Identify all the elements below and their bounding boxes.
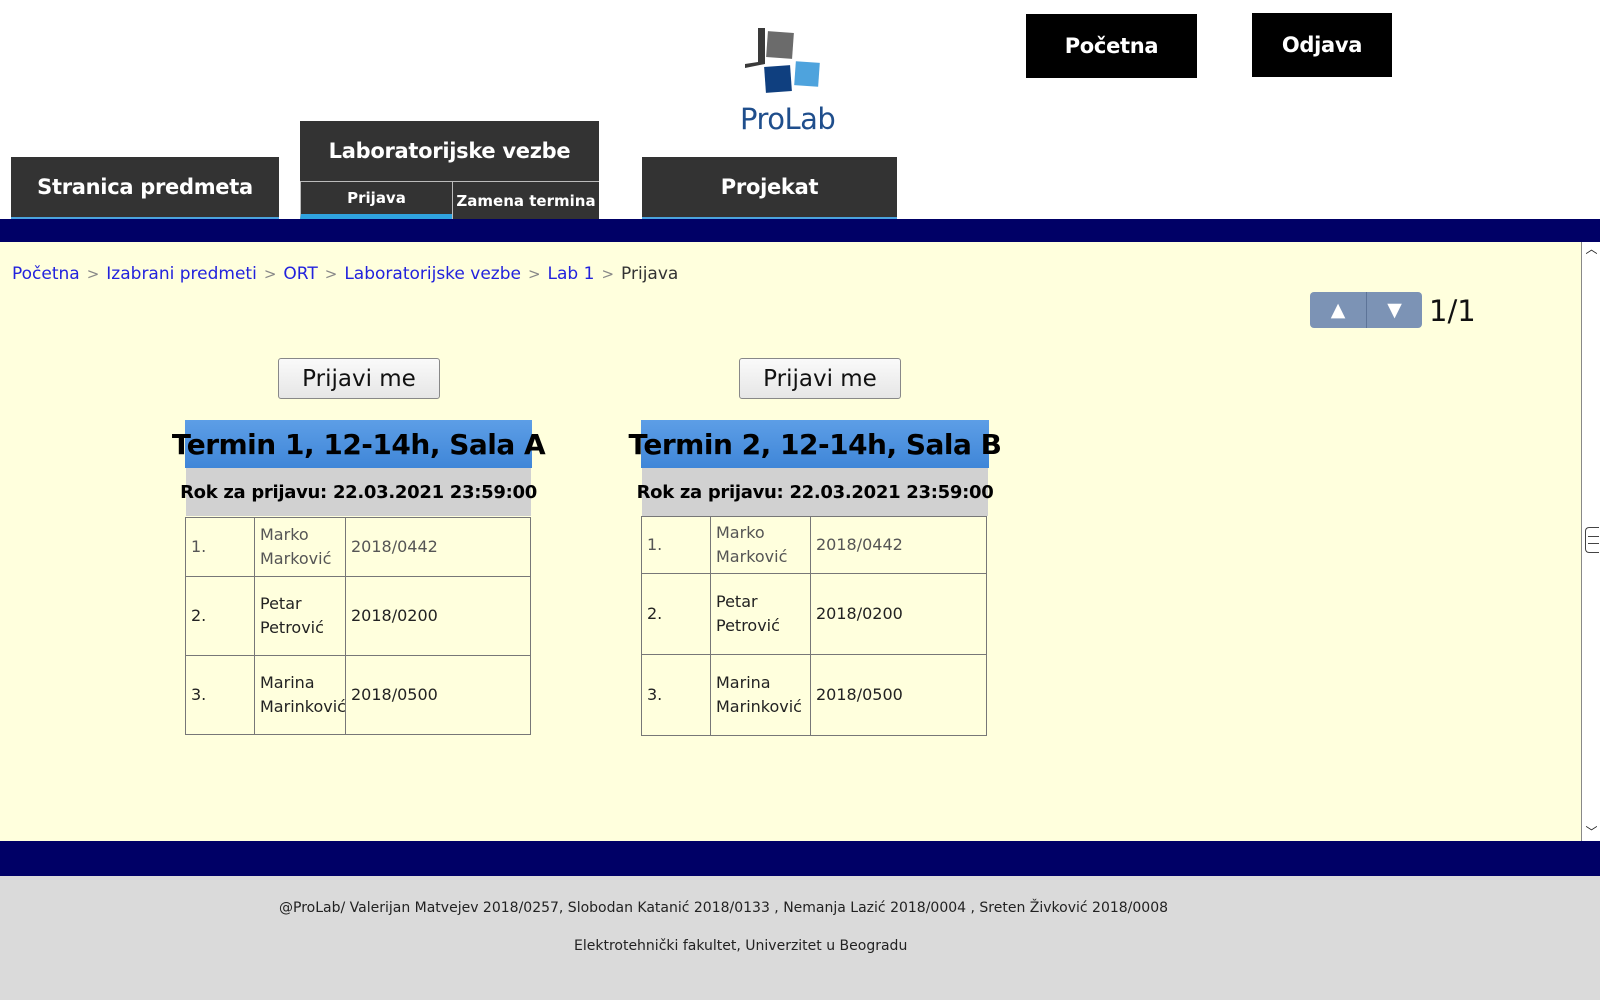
page-count: 1/1 [1429, 294, 1476, 328]
student-name: Marina Marinković [254, 655, 346, 735]
home-button[interactable]: Početna [1026, 14, 1197, 78]
deadline-value: 22.03.2021 23:59:00 [789, 481, 994, 503]
student-name: Marina Marinković [710, 654, 811, 736]
sign-up-button-term-2[interactable]: Prijavi me [739, 358, 901, 399]
row-number: 1. [641, 516, 711, 574]
breadcrumb-separator: > [324, 265, 338, 283]
student-name: Petar Petrović [710, 573, 811, 655]
breadcrumb-separator: > [527, 265, 541, 283]
logout-button[interactable]: Odjava [1252, 13, 1392, 77]
breadcrumb-separator: > [263, 265, 277, 283]
page-up-icon[interactable]: ▲ [1310, 292, 1366, 328]
row-number: 3. [641, 654, 711, 736]
table-row: 1. Marko Marković 2018/0442 [641, 516, 987, 574]
breadcrumb-link-lab-1[interactable]: Lab 1 [548, 264, 595, 284]
breadcrumb-separator: > [86, 265, 100, 283]
deadline-label: Rok za prijavu: [636, 481, 784, 503]
breadcrumb-link-ort[interactable]: ORT [283, 264, 317, 284]
table-row: 3. Marina Marinković 2018/0500 [641, 654, 987, 736]
tab-project[interactable]: Projekat [642, 157, 897, 219]
row-number: 2. [641, 573, 711, 655]
breadcrumb-link-pocetna[interactable]: Početna [12, 264, 80, 284]
term-title: Termin 2, 12-14h, Sala B [629, 420, 1002, 468]
scroll-up-icon[interactable]: ︿ [1584, 243, 1599, 255]
deadline-row: Rok za prijavu: 22.03.2021 23:59:00 [637, 468, 994, 516]
breadcrumb-current: Prijava [621, 264, 679, 284]
deadline-row: Rok za prijavu: 22.03.2021 23:59:00 [180, 468, 537, 516]
deadline-value: 22.03.2021 23:59:00 [332, 481, 537, 503]
student-name: Marko Marković [710, 516, 811, 574]
tab-course-page[interactable]: Stranica predmeta [11, 157, 279, 219]
top-navy-bar [0, 219, 1600, 242]
pager: ▲ ▼ [1310, 292, 1422, 328]
bottom-navy-bar [0, 841, 1600, 876]
term-title: Termin 1, 12-14h, Sala A [172, 420, 546, 468]
footer-institution: Elektrotehnički fakultet, Univerzitet u … [574, 938, 908, 954]
subtab-prijava[interactable]: Prijava [300, 181, 452, 219]
breadcrumb: Početna > Izabrani predmeti > ORT > Labo… [12, 264, 678, 284]
row-number: 3. [185, 655, 255, 735]
row-number: 2. [185, 576, 255, 656]
page-down-icon[interactable]: ▼ [1366, 292, 1422, 328]
breadcrumb-link-izabrani-predmeti[interactable]: Izabrani predmeti [106, 264, 257, 284]
table-row: 2. Petar Petrović 2018/0200 [641, 573, 987, 655]
tab-lab-exercises[interactable]: Laboratorijske vezbe [300, 121, 599, 181]
table-row: 2. Petar Petrović 2018/0200 [185, 576, 531, 656]
deadline-label: Rok za prijavu: [180, 481, 327, 503]
table-row: 3. Marina Marinković 2018/0500 [185, 655, 531, 735]
student-name: Petar Petrović [254, 576, 346, 656]
scroll-thumb[interactable] [1585, 527, 1599, 553]
student-index: 2018/0500 [810, 654, 987, 736]
footer: @ProLab/ Valerijan Matvejev 2018/0257, S… [0, 876, 1600, 1000]
student-index: 2018/0442 [810, 516, 987, 574]
subtab-zamena-termina[interactable]: Zamena termina [452, 181, 599, 219]
scroll-down-icon[interactable]: ﹀ [1584, 826, 1599, 838]
student-index: 2018/0442 [345, 517, 531, 577]
footer-credits: @ProLab/ Valerijan Matvejev 2018/0257, S… [279, 900, 1169, 916]
sign-up-button-term-1[interactable]: Prijavi me [278, 358, 440, 399]
student-index: 2018/0500 [345, 655, 531, 735]
breadcrumb-link-laboratorijske-vezbe[interactable]: Laboratorijske vezbe [344, 264, 521, 284]
breadcrumb-separator: > [601, 265, 615, 283]
row-number: 1. [185, 517, 255, 577]
logo-text: ProLab [740, 102, 836, 136]
student-index: 2018/0200 [345, 576, 531, 656]
vertical-scrollbar[interactable]: ︿ ﹀ [1581, 242, 1600, 841]
student-table: 1. Marko Marković 2018/0442 2. Petar Petro… [641, 516, 987, 736]
student-index: 2018/0200 [810, 573, 987, 655]
student-name: Marko Marković [254, 517, 346, 577]
student-table: 1. Marko Marković 2018/0442 2. Petar Petro… [185, 517, 531, 735]
table-row: 1. Marko Marković 2018/0442 [185, 517, 531, 577]
